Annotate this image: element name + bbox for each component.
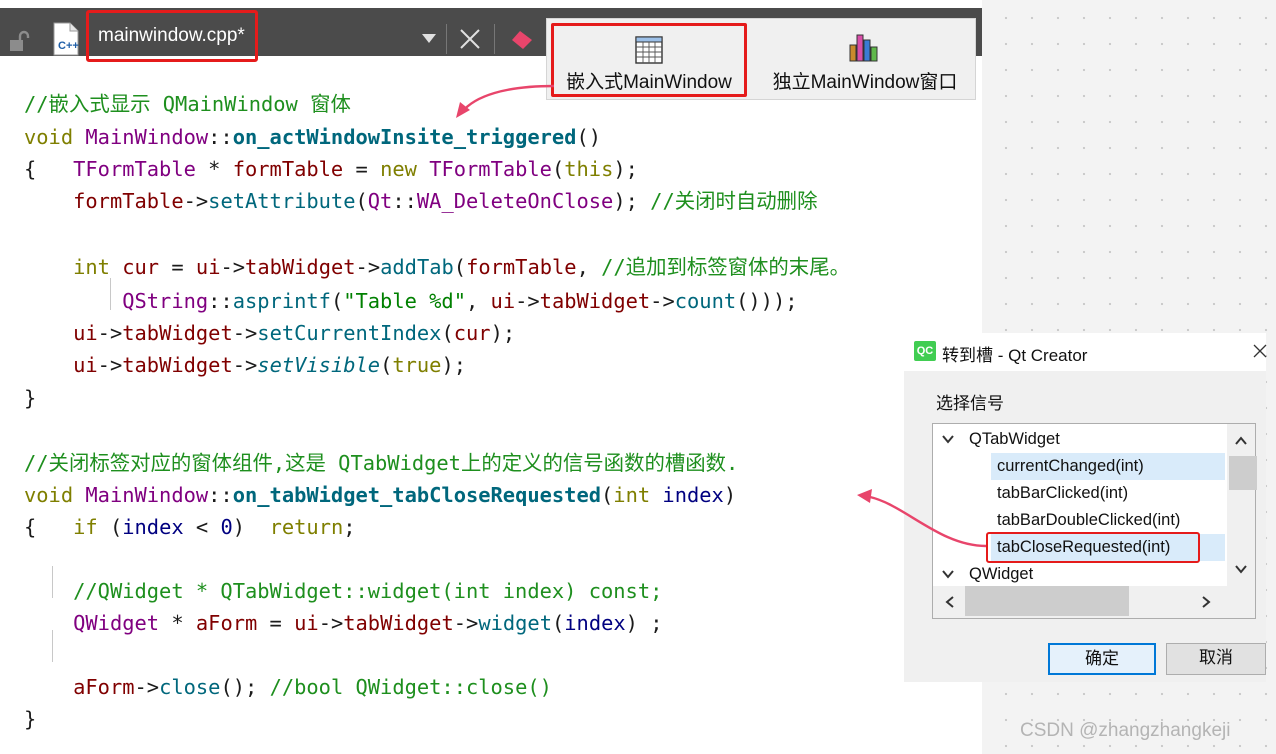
chevron-down-icon[interactable] [941, 434, 955, 444]
tree-item-label: currentChanged(int) [997, 457, 1144, 475]
goto-slot-dialog: QC 转到槽 - Qt Creator 选择信号 QTabWidget curr… [904, 333, 1268, 682]
tree-group-qwidget[interactable]: QWidget [933, 561, 1225, 588]
standalone-mainwindow-label: 独立MainWindow窗口 [772, 72, 958, 93]
standalone-mainwindow-button[interactable]: 独立MainWindow窗口 [757, 19, 973, 99]
tree-group-qtabwidget[interactable]: QTabWidget [933, 426, 1225, 453]
code-line-18: aForm->close(); //bool QWidget::close() [73, 675, 552, 699]
tree-item-label: QWidget [969, 565, 1034, 583]
code-line-1: void MainWindow::on_actWindowInsite_trig… [24, 125, 602, 149]
code-area[interactable]: //嵌入式显示 QMainWindow 窗体 void MainWindow::… [24, 88, 850, 731]
code-line-2: { TFormTable * formTable = new TFormTabl… [24, 157, 638, 181]
divider [446, 24, 447, 54]
chevron-left-icon[interactable] [945, 595, 955, 609]
dialog-titlebar: QC 转到槽 - Qt Creator [904, 333, 1268, 371]
dialog-title: 转到槽 - Qt Creator [942, 346, 1088, 365]
svg-text:C++: C++ [58, 40, 79, 52]
chevron-down-icon[interactable] [422, 32, 436, 44]
table-icon [635, 36, 663, 64]
tree-item-label: tabBarClicked(int) [997, 484, 1129, 502]
code-line-19: } [24, 707, 37, 731]
cancel-button[interactable]: 取消 [1166, 643, 1266, 675]
eraser-icon[interactable] [510, 30, 534, 50]
code-line-15: //QWidget * QTabWidget::widget(int index… [73, 579, 663, 603]
tree-item-label: QTabWidget [969, 430, 1060, 448]
signal-tree[interactable]: QTabWidget currentChanged(int) tabBarCli… [932, 423, 1257, 619]
embedded-mainwindow-button[interactable]: 嵌入式MainWindow [551, 23, 747, 97]
tree-item-tabbardoubleclicked[interactable]: tabBarDoubleClicked(int) [991, 507, 1225, 534]
tree-item-currentchanged[interactable]: currentChanged(int) [991, 453, 1225, 480]
close-icon[interactable] [459, 28, 481, 50]
code-line-5: int cur = ui->tabWidget->addTab(formTabl… [73, 255, 850, 279]
code-editor: C++ mainwindow.cpp* 嵌入式MainWindow 独立Main… [0, 0, 982, 754]
tree-item-label: tabBarDoubleClicked(int) [997, 511, 1181, 529]
code-line-3: formTable->setAttribute(Qt::WA_DeleteOnC… [73, 189, 818, 213]
chevron-down-icon[interactable] [1234, 564, 1248, 574]
code-line-9: } [24, 386, 37, 410]
cpp-file-icon: C++ [53, 22, 79, 56]
scrollbar-thumb[interactable] [1229, 456, 1257, 490]
bar-chart-icon [849, 34, 878, 62]
file-tab-mainwindow-cpp[interactable]: mainwindow.cpp* [86, 10, 258, 62]
tree-item-tabbarclicked[interactable]: tabBarClicked(int) [991, 480, 1225, 507]
qt-creator-logo-icon: QC [914, 341, 936, 361]
code-line-0: //嵌入式显示 QMainWindow 窗体 [24, 92, 351, 116]
select-signal-label: 选择信号 [936, 394, 1004, 413]
code-line-11: //关闭标签对应的窗体组件,这是 QTabWidget上的定义的信号函数的槽函数… [24, 451, 739, 475]
chevron-down-icon[interactable] [941, 569, 955, 579]
code-line-7: ui->tabWidget->setCurrentIndex(cur); [73, 321, 516, 345]
ok-button[interactable]: 确定 [1048, 643, 1156, 675]
watermark: CSDN @zhangzhangkeji [1020, 720, 1231, 741]
chevron-right-icon[interactable] [1201, 595, 1211, 609]
horizontal-scrollbar[interactable] [933, 586, 1255, 618]
chevron-up-icon[interactable] [1234, 436, 1248, 446]
code-line-6: QString::asprintf("Table %d", ui->tabWid… [122, 289, 798, 313]
code-line-16: QWidget * aForm = ui->tabWidget->widget(… [73, 611, 663, 635]
toolbar: 嵌入式MainWindow 独立MainWindow窗口 [546, 18, 976, 100]
unlock-icon[interactable] [8, 30, 30, 52]
code-line-13: { if (index < 0) return; [24, 515, 356, 539]
scrollbar-thumb[interactable] [965, 586, 1129, 616]
annotation-highlight-box [986, 532, 1200, 563]
embedded-mainwindow-label: 嵌入式MainWindow [566, 72, 732, 93]
close-icon[interactable] [1252, 343, 1268, 359]
code-line-12: void MainWindow::on_tabWidget_tabCloseRe… [24, 483, 737, 507]
divider [494, 24, 495, 54]
vertical-scrollbar[interactable] [1227, 424, 1257, 586]
code-line-8: ui->tabWidget->setVisible(true); [73, 353, 467, 377]
